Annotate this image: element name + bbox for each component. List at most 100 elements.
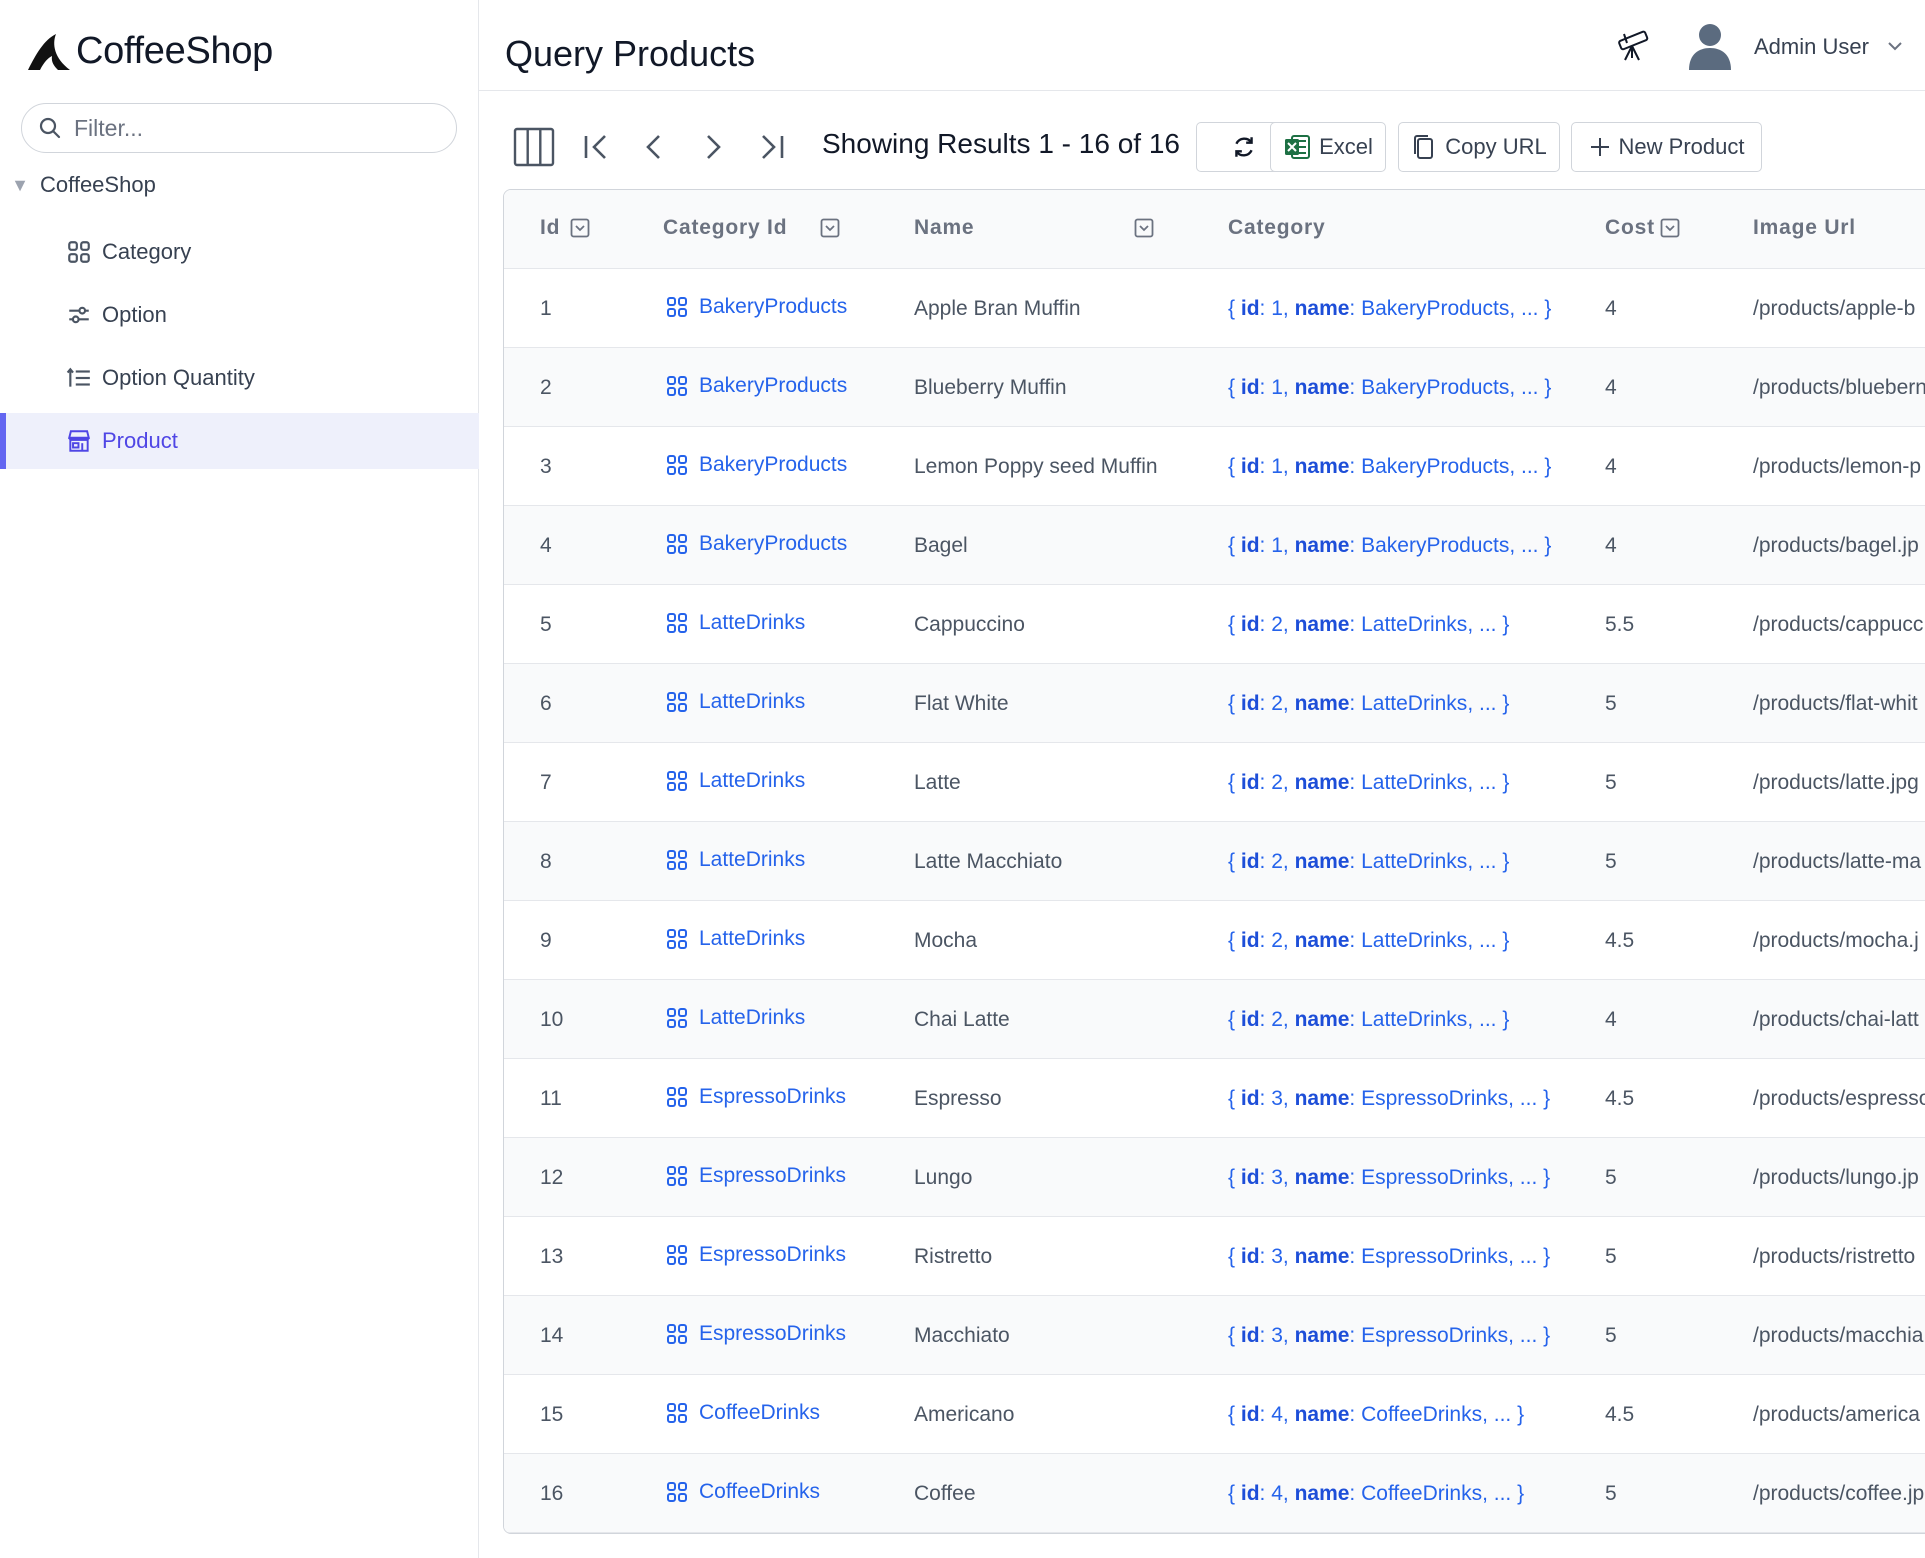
page-title: Query Products (505, 33, 756, 74)
results-table: Id Category Id Name Category Cost Image … (503, 189, 1925, 1534)
category-id-link[interactable]: CoffeeDrinks (665, 1401, 820, 1425)
category-object-name: BakeryProducts (1361, 534, 1510, 557)
filter-dropdown-icon[interactable] (820, 218, 840, 238)
category-object-link[interactable]: { id: 4, name: CoffeeDrinks, ... } (1228, 1403, 1524, 1427)
table-row[interactable]: 8 LatteDrinks Latte Macchiato { id: 2, name… (504, 822, 1925, 901)
cell-id: 2 (540, 376, 552, 399)
table-row[interactable]: 6 LatteDrinks Flat White { id: 2, name: Lat… (504, 664, 1925, 743)
tree-root-coffeeshop[interactable]: ▼ CoffeeShop (0, 172, 156, 198)
telescope-icon[interactable] (1613, 24, 1655, 66)
category-id-label: LatteDrinks (699, 611, 806, 634)
shark-fin-logo-icon (28, 33, 70, 70)
category-object-id: 1 (1271, 376, 1283, 399)
table-row[interactable]: 14 EspressoDrinks Macchiato { id: 3, name: … (504, 1296, 1925, 1375)
brand[interactable]: CoffeeShop (26, 30, 273, 73)
caret-down-icon[interactable]: ▼ (0, 175, 40, 196)
table-row[interactable]: 5 LatteDrinks Cappuccino { id: 2, name: Lat… (504, 585, 1925, 664)
category-object-link[interactable]: { id: 2, name: LatteDrinks, ... } (1228, 613, 1509, 637)
category-object-link[interactable]: { id: 2, name: LatteDrinks, ... } (1228, 692, 1509, 716)
table-row[interactable]: 7 LatteDrinks Latte { id: 2, name: LatteDri… (504, 743, 1925, 822)
filter-dropdown-icon[interactable] (1134, 218, 1154, 238)
category-object-link[interactable]: { id: 1, name: BakeryProducts, ... } (1228, 376, 1551, 400)
column-header-category-id[interactable]: Category Id (663, 216, 787, 240)
category-id-link[interactable]: BakeryProducts (665, 374, 847, 398)
category-object-link[interactable]: { id: 2, name: LatteDrinks, ... } (1228, 771, 1509, 795)
table-row[interactable]: 9 LatteDrinks Mocha { id: 2, name: LatteDri… (504, 901, 1925, 980)
sidebar-item-category[interactable]: Category (0, 224, 479, 280)
category-id-link[interactable]: LatteDrinks (665, 611, 805, 635)
table-row[interactable]: 10 LatteDrinks Chai Latte { id: 2, name: La… (504, 980, 1925, 1059)
user-name[interactable]: Admin User (1754, 34, 1869, 60)
sidebar-item-product[interactable]: Product (0, 413, 479, 469)
column-header-category[interactable]: Category (1228, 216, 1325, 240)
sidebar-item-option[interactable]: Option (0, 287, 479, 343)
table-row[interactable]: 12 EspressoDrinks Lungo { id: 3, name: Espr… (504, 1138, 1925, 1217)
filter-input[interactable] (72, 113, 436, 143)
category-id-link[interactable]: LatteDrinks (665, 1006, 805, 1030)
new-product-button[interactable]: New Product (1571, 122, 1762, 172)
category-object-link[interactable]: { id: 1, name: BakeryProducts, ... } (1228, 297, 1551, 321)
category-id-link[interactable]: LatteDrinks (665, 927, 805, 951)
table-row[interactable]: 1 BakeryProducts Apple Bran Muffin { id: 1,… (504, 269, 1925, 348)
first-page-button[interactable] (578, 120, 614, 174)
table-row[interactable]: 13 EspressoDrinks Ristretto { id: 3, name: … (504, 1217, 1925, 1296)
grid-icon (665, 927, 699, 951)
category-id-link[interactable]: LatteDrinks (665, 769, 805, 793)
cell-name: Cappuccino (914, 613, 1025, 636)
category-id-link[interactable]: LatteDrinks (665, 848, 805, 872)
category-id-link[interactable]: EspressoDrinks (665, 1085, 846, 1109)
next-page-button[interactable] (697, 120, 729, 174)
column-header-cost[interactable]: Cost (1605, 216, 1655, 240)
table-row[interactable]: 16 CoffeeDrinks Coffee { id: 4, name: Coffe… (504, 1454, 1925, 1533)
cell-id: 7 (540, 771, 552, 794)
category-object-link[interactable]: { id: 2, name: LatteDrinks, ... } (1228, 929, 1509, 953)
table-row[interactable]: 4 BakeryProducts Bagel { id: 1, name: Baker… (504, 506, 1925, 585)
prev-page-button[interactable] (638, 120, 670, 174)
category-object-link[interactable]: { id: 2, name: LatteDrinks, ... } (1228, 1008, 1509, 1032)
column-header-id[interactable]: Id (540, 216, 560, 240)
chevron-down-icon[interactable] (1885, 36, 1905, 56)
avatar[interactable] (1687, 20, 1733, 70)
grid-icon (66, 239, 92, 265)
table-row[interactable]: 11 EspressoDrinks Espresso { id: 3, name: E… (504, 1059, 1925, 1138)
cell-id: 3 (540, 455, 552, 478)
columns-button[interactable] (512, 120, 556, 174)
column-header-image-url[interactable]: Image Url (1753, 216, 1856, 240)
category-object-name: LatteDrinks (1361, 771, 1468, 794)
cell-cost: 5 (1605, 1166, 1617, 1189)
sidebar-item-option-quantity[interactable]: Option Quantity (0, 350, 479, 406)
excel-button[interactable]: Excel (1270, 122, 1386, 172)
category-id-link[interactable]: CoffeeDrinks (665, 1480, 820, 1504)
category-id-link[interactable]: EspressoDrinks (665, 1243, 846, 1267)
category-object-link[interactable]: { id: 4, name: CoffeeDrinks, ... } (1228, 1482, 1524, 1506)
category-id-label: LatteDrinks (699, 690, 806, 713)
category-id-link[interactable]: BakeryProducts (665, 532, 847, 556)
table-row[interactable]: 2 BakeryProducts Blueberry Muffin { id: 1, … (504, 348, 1925, 427)
category-id-link[interactable]: EspressoDrinks (665, 1164, 846, 1188)
category-object-link[interactable]: { id: 3, name: EspressoDrinks, ... } (1228, 1166, 1550, 1190)
last-page-button[interactable] (754, 120, 790, 174)
category-object-link[interactable]: { id: 3, name: EspressoDrinks, ... } (1228, 1245, 1550, 1269)
grid-icon (665, 1401, 699, 1425)
filter-dropdown-icon[interactable] (570, 218, 590, 238)
table-row[interactable]: 3 BakeryProducts Lemon Poppy seed Muffin { … (504, 427, 1925, 506)
chevron-left-icon (646, 135, 660, 159)
copy-url-button[interactable]: Copy URL (1398, 122, 1560, 172)
category-object-link[interactable]: { id: 1, name: BakeryProducts, ... } (1228, 455, 1551, 479)
category-id-link[interactable]: BakeryProducts (665, 453, 847, 477)
category-id-label: EspressoDrinks (699, 1243, 847, 1266)
category-object-link[interactable]: { id: 3, name: EspressoDrinks, ... } (1228, 1087, 1550, 1111)
category-object-link[interactable]: { id: 2, name: LatteDrinks, ... } (1228, 850, 1509, 874)
category-object-name: CoffeeDrinks (1361, 1482, 1483, 1505)
table-row[interactable]: 15 CoffeeDrinks Americano { id: 4, name: Co… (504, 1375, 1925, 1454)
category-id-link[interactable]: LatteDrinks (665, 690, 805, 714)
cell-name: Americano (914, 1403, 1015, 1426)
cell-id: 5 (540, 613, 552, 636)
column-header-name[interactable]: Name (914, 216, 974, 240)
filter-dropdown-icon[interactable] (1660, 218, 1680, 238)
category-id-link[interactable]: BakeryProducts (665, 295, 847, 319)
category-object-link[interactable]: { id: 1, name: BakeryProducts, ... } (1228, 534, 1551, 558)
category-id-link[interactable]: EspressoDrinks (665, 1322, 846, 1346)
category-object-link[interactable]: { id: 3, name: EspressoDrinks, ... } (1228, 1324, 1550, 1348)
excel-icon (1285, 135, 1311, 159)
